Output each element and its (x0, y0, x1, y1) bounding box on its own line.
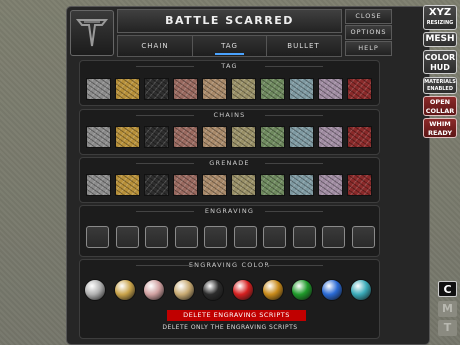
ready-label: READY (427, 129, 453, 137)
engraving-slot-8[interactable] (292, 226, 316, 248)
blue-ball[interactable] (320, 279, 343, 301)
chains-section-title: CHAINS (80, 111, 379, 120)
resizing-label: RESIZING (426, 20, 454, 26)
options-button[interactable]: OPTIONS (345, 25, 392, 40)
engraving-slot-7[interactable] (263, 226, 286, 248)
silver-ball[interactable] (84, 279, 106, 301)
grenade-swatches (86, 174, 372, 196)
engraving-slot-4[interactable] (174, 226, 198, 248)
xyz-label: XYZ (428, 7, 452, 18)
chain-texture-swatch-2[interactable] (115, 126, 140, 148)
tag-texture-swatch-1[interactable] (86, 78, 111, 100)
grenade-texture-swatch-1[interactable] (86, 174, 111, 196)
mesh-button[interactable]: MESH (423, 32, 457, 47)
xyz-resizing-button[interactable]: XYZ RESIZING (423, 5, 457, 30)
engraving-slot-3[interactable] (145, 226, 168, 248)
red-ball[interactable] (231, 279, 254, 301)
gold-ball[interactable] (113, 279, 136, 301)
black-ball[interactable] (202, 279, 225, 301)
grenade-texture-swatch-3[interactable] (144, 174, 169, 196)
m-button[interactable]: M (438, 301, 457, 317)
t-button[interactable]: T (438, 320, 457, 336)
chain-texture-swatch-9[interactable] (318, 126, 343, 148)
engraving-slot-1[interactable] (86, 226, 109, 248)
tab-bullet[interactable]: BULLET (266, 36, 340, 56)
tab-chain[interactable]: CHAIN (118, 36, 192, 56)
color-hud-button[interactable]: COLOR HUD (423, 50, 457, 74)
grenade-texture-swatch-9[interactable] (318, 174, 343, 196)
enabled-label: ENABLED (426, 86, 454, 92)
delete-engraving-note: DELETE ONLY THE ENGRAVING SCRIPTS (162, 324, 298, 331)
amber-ball[interactable] (261, 279, 284, 301)
tan-ball[interactable] (172, 279, 195, 301)
tag-texture-swatch-4[interactable] (173, 78, 198, 100)
hud-label: HUD (430, 63, 450, 72)
engraving-color-balls (84, 279, 373, 301)
tag-swatches (86, 78, 372, 100)
engraving-slots (86, 226, 375, 248)
logo-icon (70, 10, 114, 56)
tag-texture-swatch-7[interactable] (260, 78, 285, 100)
close-button[interactable]: CLOSE (345, 9, 392, 24)
open-collar-button[interactable]: OPEN COLLAR (423, 96, 457, 116)
whim-ready-button[interactable]: WHIM READY (423, 118, 457, 138)
tab-tag[interactable]: TAG (192, 36, 266, 56)
tag-section-title: TAG (80, 62, 379, 71)
chain-texture-swatch-7[interactable] (260, 126, 285, 148)
engraving-slot-5[interactable] (204, 226, 227, 248)
chain-texture-swatch-10[interactable] (347, 126, 372, 148)
chain-texture-swatch-6[interactable] (231, 126, 256, 148)
tag-texture-swatch-9[interactable] (318, 78, 343, 100)
grenade-texture-swatch-7[interactable] (260, 174, 285, 196)
grenade-texture-swatch-2[interactable] (115, 174, 140, 196)
materials-label: MATERIALS (424, 79, 456, 85)
tag-texture-swatch-5[interactable] (202, 78, 227, 100)
tag-texture-swatch-6[interactable] (231, 78, 256, 100)
engraving-slot-10[interactable] (351, 226, 375, 248)
grenade-texture-swatch-8[interactable] (289, 174, 314, 196)
chain-texture-swatch-8[interactable] (289, 126, 314, 148)
collar-label: COLLAR (425, 107, 455, 115)
chains-swatches (86, 126, 372, 148)
tag-texture-swatch-10[interactable] (347, 78, 372, 100)
tag-texture-swatch-8[interactable] (289, 78, 314, 100)
grenade-texture-swatch-6[interactable] (231, 174, 256, 196)
tag-texture-swatch-3[interactable] (144, 78, 169, 100)
whim-label: WHIM (429, 120, 451, 128)
engraving-slot-9[interactable] (322, 226, 345, 248)
grenade-texture-swatch-4[interactable] (173, 174, 198, 196)
chain-texture-swatch-5[interactable] (202, 126, 227, 148)
teal-ball[interactable] (350, 279, 373, 301)
chain-texture-swatch-1[interactable] (86, 126, 111, 148)
engraving-slot-2[interactable] (115, 226, 139, 248)
window-title: BATTLE SCARRED (117, 9, 342, 33)
chain-texture-swatch-4[interactable] (173, 126, 198, 148)
chain-texture-swatch-3[interactable] (144, 126, 169, 148)
color-label: COLOR (424, 53, 456, 62)
materials-enabled-button[interactable]: MATERIALS ENABLED (423, 77, 457, 94)
rose-ball[interactable] (143, 279, 166, 301)
c-button[interactable]: C (438, 281, 457, 297)
grenade-texture-swatch-10[interactable] (347, 174, 372, 196)
open-label: OPEN (429, 98, 451, 106)
engraving-color-section-title: ENGRAVING COLOR (80, 261, 379, 270)
green-ball[interactable] (291, 279, 314, 301)
grenade-texture-swatch-5[interactable] (202, 174, 227, 196)
delete-engraving-scripts-button[interactable]: DELETE ENGRAVING SCRIPTS (167, 310, 306, 321)
tab-bar: CHAIN TAG BULLET (117, 35, 342, 57)
engraving-section-title: ENGRAVING (80, 207, 379, 216)
engraving-slot-6[interactable] (233, 226, 257, 248)
grenade-section-title: GRENADE (80, 159, 379, 168)
help-button[interactable]: HELP (345, 41, 392, 56)
tag-texture-swatch-2[interactable] (115, 78, 140, 100)
